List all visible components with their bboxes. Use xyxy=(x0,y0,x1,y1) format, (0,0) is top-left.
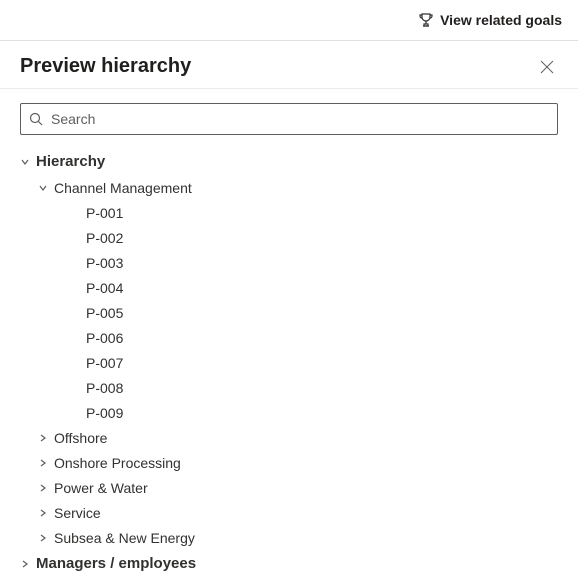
tree-label: P-009 xyxy=(86,403,123,424)
tree-label: Channel Management xyxy=(54,178,192,199)
tree-node-hierarchy[interactable]: Hierarchy xyxy=(20,149,558,176)
tree-node-p004[interactable]: • P-004 xyxy=(20,276,558,301)
tree-node-p003[interactable]: • P-003 xyxy=(20,251,558,276)
tree-label: Power & Water xyxy=(54,478,148,499)
tree-node-p007[interactable]: • P-007 xyxy=(20,351,558,376)
top-bar: View related goals xyxy=(0,0,578,40)
tree-label: P-007 xyxy=(86,353,123,374)
search-box[interactable] xyxy=(20,103,558,135)
chevron-right-icon xyxy=(38,509,48,517)
chevron-down-icon xyxy=(20,158,30,166)
chevron-right-icon xyxy=(38,484,48,492)
tree-node-p001[interactable]: • P-001 xyxy=(20,201,558,226)
tree-label: P-004 xyxy=(86,278,123,299)
tree-label: Hierarchy xyxy=(36,151,105,174)
tree-label: P-008 xyxy=(86,378,123,399)
tree-node-service[interactable]: Service xyxy=(20,501,558,526)
panel-title: Preview hierarchy xyxy=(20,55,191,78)
tree-node-p009[interactable]: • P-009 xyxy=(20,401,558,426)
tree-label: Onshore Processing xyxy=(54,453,181,474)
search-icon xyxy=(29,112,43,126)
tree-label: P-005 xyxy=(86,303,123,324)
tree-node-p006[interactable]: • P-006 xyxy=(20,326,558,351)
hierarchy-tree: Hierarchy Channel Management • P-001 • P… xyxy=(20,149,558,576)
tree-label: P-003 xyxy=(86,253,123,274)
view-related-goals-label: View related goals xyxy=(440,12,562,28)
chevron-right-icon xyxy=(20,560,30,568)
close-icon xyxy=(540,60,554,74)
close-button[interactable] xyxy=(536,56,558,78)
tree-node-p002[interactable]: • P-002 xyxy=(20,226,558,251)
tree-node-power-water[interactable]: Power & Water xyxy=(20,476,558,501)
tree-node-p005[interactable]: • P-005 xyxy=(20,301,558,326)
tree-node-p008[interactable]: • P-008 xyxy=(20,376,558,401)
tree-label: P-002 xyxy=(86,228,123,249)
tree-label: Managers / employees xyxy=(36,553,196,576)
trophy-icon xyxy=(418,12,434,28)
chevron-down-icon xyxy=(38,184,48,192)
tree-label: Subsea & New Energy xyxy=(54,528,195,549)
tree-node-channel-management[interactable]: Channel Management xyxy=(20,176,558,201)
chevron-right-icon xyxy=(38,534,48,542)
panel-content: Hierarchy Channel Management • P-001 • P… xyxy=(0,89,578,576)
search-input[interactable] xyxy=(49,110,549,128)
chevron-right-icon xyxy=(38,434,48,442)
tree-label: P-001 xyxy=(86,203,123,224)
tree-label: P-006 xyxy=(86,328,123,349)
tree-node-subsea-new-energy[interactable]: Subsea & New Energy xyxy=(20,526,558,551)
tree-label: Offshore xyxy=(54,428,107,449)
tree-node-offshore[interactable]: Offshore xyxy=(20,426,558,451)
chevron-right-icon xyxy=(38,459,48,467)
tree-node-managers-employees[interactable]: Managers / employees xyxy=(20,551,558,576)
tree-label: Service xyxy=(54,503,101,524)
tree-node-onshore-processing[interactable]: Onshore Processing xyxy=(20,451,558,476)
view-related-goals-button[interactable]: View related goals xyxy=(418,12,562,28)
panel-header: Preview hierarchy xyxy=(0,41,578,88)
